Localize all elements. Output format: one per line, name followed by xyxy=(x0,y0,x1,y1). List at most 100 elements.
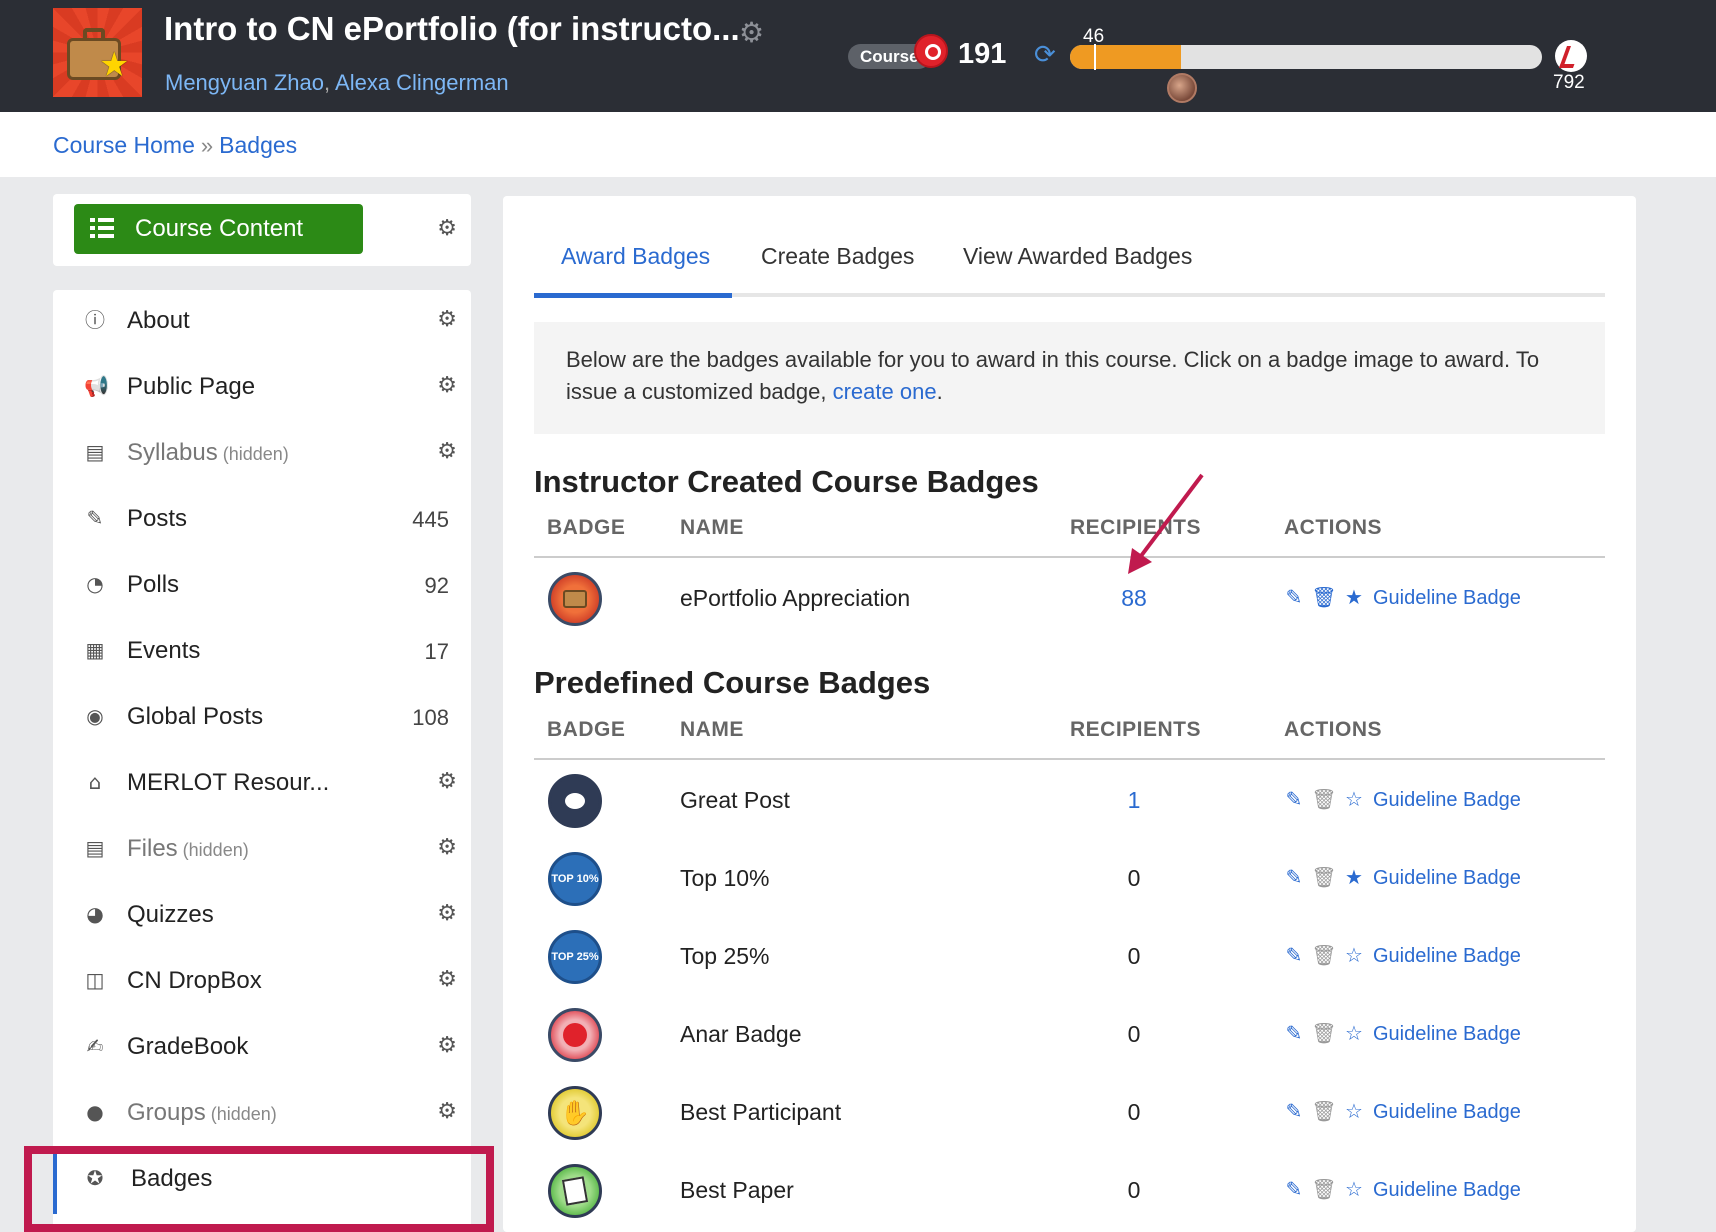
top-10-badge-image[interactable]: TOP 10% xyxy=(548,852,602,906)
sidebar-item-polls[interactable]: ◔ Polls 92 xyxy=(53,554,471,620)
delete-trash-icon[interactable]: 🗑 xyxy=(1309,1177,1339,1201)
gear-icon[interactable]: ⚙ xyxy=(437,835,457,860)
gear-icon[interactable]: ⚙ xyxy=(437,769,457,794)
gear-icon[interactable]: ⚙ xyxy=(437,307,457,332)
guideline-badge-link[interactable]: Guideline Badge xyxy=(1373,945,1521,967)
guideline-badge-link[interactable]: Guideline Badge xyxy=(1373,789,1521,811)
annotation-arrow xyxy=(1128,473,1204,574)
sidebar-item-events[interactable]: ▦ Events 17 xyxy=(53,620,471,686)
create-one-link[interactable]: create one xyxy=(833,379,937,404)
badge-actions: ✎ 🗑 ☆ Guideline Badge xyxy=(1279,787,1521,812)
badge-name: Top 25% xyxy=(680,943,770,969)
gear-icon[interactable]: ⚙ xyxy=(437,1099,457,1124)
delete-trash-icon[interactable]: 🗑 xyxy=(1309,943,1339,967)
breadcrumb-course-home[interactable]: Course Home xyxy=(53,132,195,158)
table-row: Anar Badge 0 ✎ 🗑 ☆ Guideline Badge xyxy=(534,996,1605,1074)
star-filled-icon[interactable]: ★ xyxy=(1339,865,1369,889)
guideline-badge-link[interactable]: Guideline Badge xyxy=(1373,1023,1521,1045)
user-avatar[interactable] xyxy=(1167,73,1197,103)
badge-name: Best Participant xyxy=(680,1099,842,1125)
top-25-badge-image[interactable]: TOP 25% xyxy=(548,930,602,984)
sidebar-item-posts[interactable]: ✎ Posts 445 xyxy=(53,488,471,554)
guideline-badge-link[interactable]: Guideline Badge xyxy=(1373,867,1521,889)
delete-trash-icon[interactable]: 🗑 xyxy=(1309,1099,1339,1123)
list-icon xyxy=(90,218,114,238)
course-logo[interactable]: ★ xyxy=(53,8,142,97)
sidebar-item-label: MERLOT Resour... xyxy=(127,769,330,796)
gear-icon[interactable]: ⚙ xyxy=(437,1033,457,1058)
star-outline-icon[interactable]: ☆ xyxy=(1339,1021,1369,1045)
sidebar-item-label: Posts xyxy=(127,505,188,532)
info-text: Below are the badges available for you t… xyxy=(566,347,1540,404)
gear-icon[interactable]: ⚙ xyxy=(437,901,457,926)
recipients-count: 0 xyxy=(1127,1177,1141,1203)
gear-icon[interactable]: ⚙ xyxy=(437,967,457,992)
course-settings-gear-icon[interactable]: ⚙ xyxy=(739,16,764,49)
breadcrumb-badges[interactable]: Badges xyxy=(219,132,297,158)
best-participant-badge-image[interactable]: ✋ xyxy=(548,1086,602,1140)
sidebar-item-cn-dropbox[interactable]: ◫ CN DropBox ⚙ xyxy=(53,950,471,1016)
edit-pencil-icon[interactable]: ✎ xyxy=(1279,1177,1309,1201)
info-end: . xyxy=(936,379,943,404)
active-tab-indicator xyxy=(534,293,732,298)
sidebar-item-groups[interactable]: ● Groups (hidden) ⚙ xyxy=(53,1082,471,1148)
course-content-button[interactable]: Course Content xyxy=(74,204,363,254)
course-points-value: 191 xyxy=(958,38,1007,70)
recipients-count[interactable]: 88 xyxy=(1094,585,1174,612)
gear-icon[interactable]: ⚙ xyxy=(437,373,457,398)
sidebar-item-files[interactable]: ▤ Files (hidden) ⚙ xyxy=(53,818,471,884)
great-post-badge-image[interactable] xyxy=(548,774,602,828)
progress-fill xyxy=(1070,45,1182,69)
guideline-badge-link[interactable]: Guideline Badge xyxy=(1373,1101,1521,1123)
predefined-badges-title: Predefined Course Badges xyxy=(534,665,931,700)
instructor-table-header: BADGE NAME RECIPIENTS ACTIONS xyxy=(534,510,1605,558)
guideline-badge-link[interactable]: Guideline Badge xyxy=(1373,587,1521,609)
gear-icon[interactable]: ⚙ xyxy=(437,439,457,464)
guideline-badge-link[interactable]: Guideline Badge xyxy=(1373,1179,1521,1201)
star-filled-icon[interactable]: ★ xyxy=(1339,585,1369,609)
edit-pencil-icon[interactable]: ✎ xyxy=(1279,1021,1309,1045)
instructor-link[interactable]: Alexa Clingerman xyxy=(335,70,509,95)
sidebar-item-label: Polls xyxy=(127,571,180,598)
delete-trash-icon[interactable]: 🗑 xyxy=(1309,585,1339,609)
column-header-actions: ACTIONS xyxy=(1284,516,1382,539)
sidebar-item-public-page[interactable]: 📢 Public Page ⚙ xyxy=(53,356,471,422)
delete-trash-icon[interactable]: 🗑 xyxy=(1309,865,1339,889)
edit-pencil-icon[interactable]: ✎ xyxy=(1279,943,1309,967)
best-paper-badge-image[interactable] xyxy=(548,1164,602,1218)
edit-pencil-icon[interactable]: ✎ xyxy=(1279,585,1309,609)
tab-view-awarded-badges[interactable]: View Awarded Badges xyxy=(963,243,1192,270)
star-outline-icon[interactable]: ☆ xyxy=(1339,1099,1369,1123)
table-row: ePortfolio Appreciation 88 ✎ 🗑 ★ Guideline Ba… xyxy=(534,560,1605,638)
sidebar-item-gradebook[interactable]: ✍ GradeBook ⚙ xyxy=(53,1016,471,1082)
sidebar-item-global-posts[interactable]: ◉ Global Posts 108 xyxy=(53,686,471,752)
refresh-icon[interactable]: ⟳ xyxy=(1034,40,1056,70)
sidebar-item-quizzes[interactable]: ◕ Quizzes ⚙ xyxy=(53,884,471,950)
instructor-link[interactable]: Mengyuan Zhao xyxy=(165,70,324,95)
course-title[interactable]: Intro to CN ePortfolio (for instructo... xyxy=(164,10,740,48)
edit-icon: ✎ xyxy=(86,506,104,530)
star-outline-icon[interactable]: ☆ xyxy=(1339,787,1369,811)
edit-pencil-icon[interactable]: ✎ xyxy=(1279,787,1309,811)
star-outline-icon[interactable]: ☆ xyxy=(1339,943,1369,967)
eportfolio-badge-image[interactable] xyxy=(548,572,602,626)
hidden-tag: (hidden) xyxy=(222,444,289,464)
anar-badge-image[interactable] xyxy=(548,1008,602,1062)
sidebar-item-about[interactable]: ⓘ About ⚙ xyxy=(53,290,471,356)
delete-trash-icon[interactable]: 🗑 xyxy=(1309,787,1339,811)
sidebar-nav: ⓘ About ⚙ 📢 Public Page ⚙ ▤ Syllabus (hidden) ⚙ ✎ P… xyxy=(53,290,471,1232)
sidebar-item-merlot-resour[interactable]: ⌂ MERLOT Resour... ⚙ xyxy=(53,752,471,818)
info-message: Below are the badges available for you t… xyxy=(534,322,1605,434)
edit-pencil-icon[interactable]: ✎ xyxy=(1279,1099,1309,1123)
course-content-gear-icon[interactable]: ⚙ xyxy=(437,216,457,241)
delete-trash-icon[interactable]: 🗑 xyxy=(1309,1021,1339,1045)
tab-award-badges[interactable]: Award Badges xyxy=(561,243,710,270)
sidebar-item-syllabus[interactable]: ▤ Syllabus (hidden) ⚙ xyxy=(53,422,471,488)
recipients-count[interactable]: 1 xyxy=(1094,787,1174,814)
sidebar-item-label: GradeBook xyxy=(127,1033,249,1060)
tab-create-badges[interactable]: Create Badges xyxy=(761,243,914,270)
sidebar-item-label: Groups (hidden) xyxy=(127,1099,277,1126)
star-outline-icon[interactable]: ☆ xyxy=(1339,1177,1369,1201)
brain-icon: ◕ xyxy=(86,902,104,926)
edit-pencil-icon[interactable]: ✎ xyxy=(1279,865,1309,889)
